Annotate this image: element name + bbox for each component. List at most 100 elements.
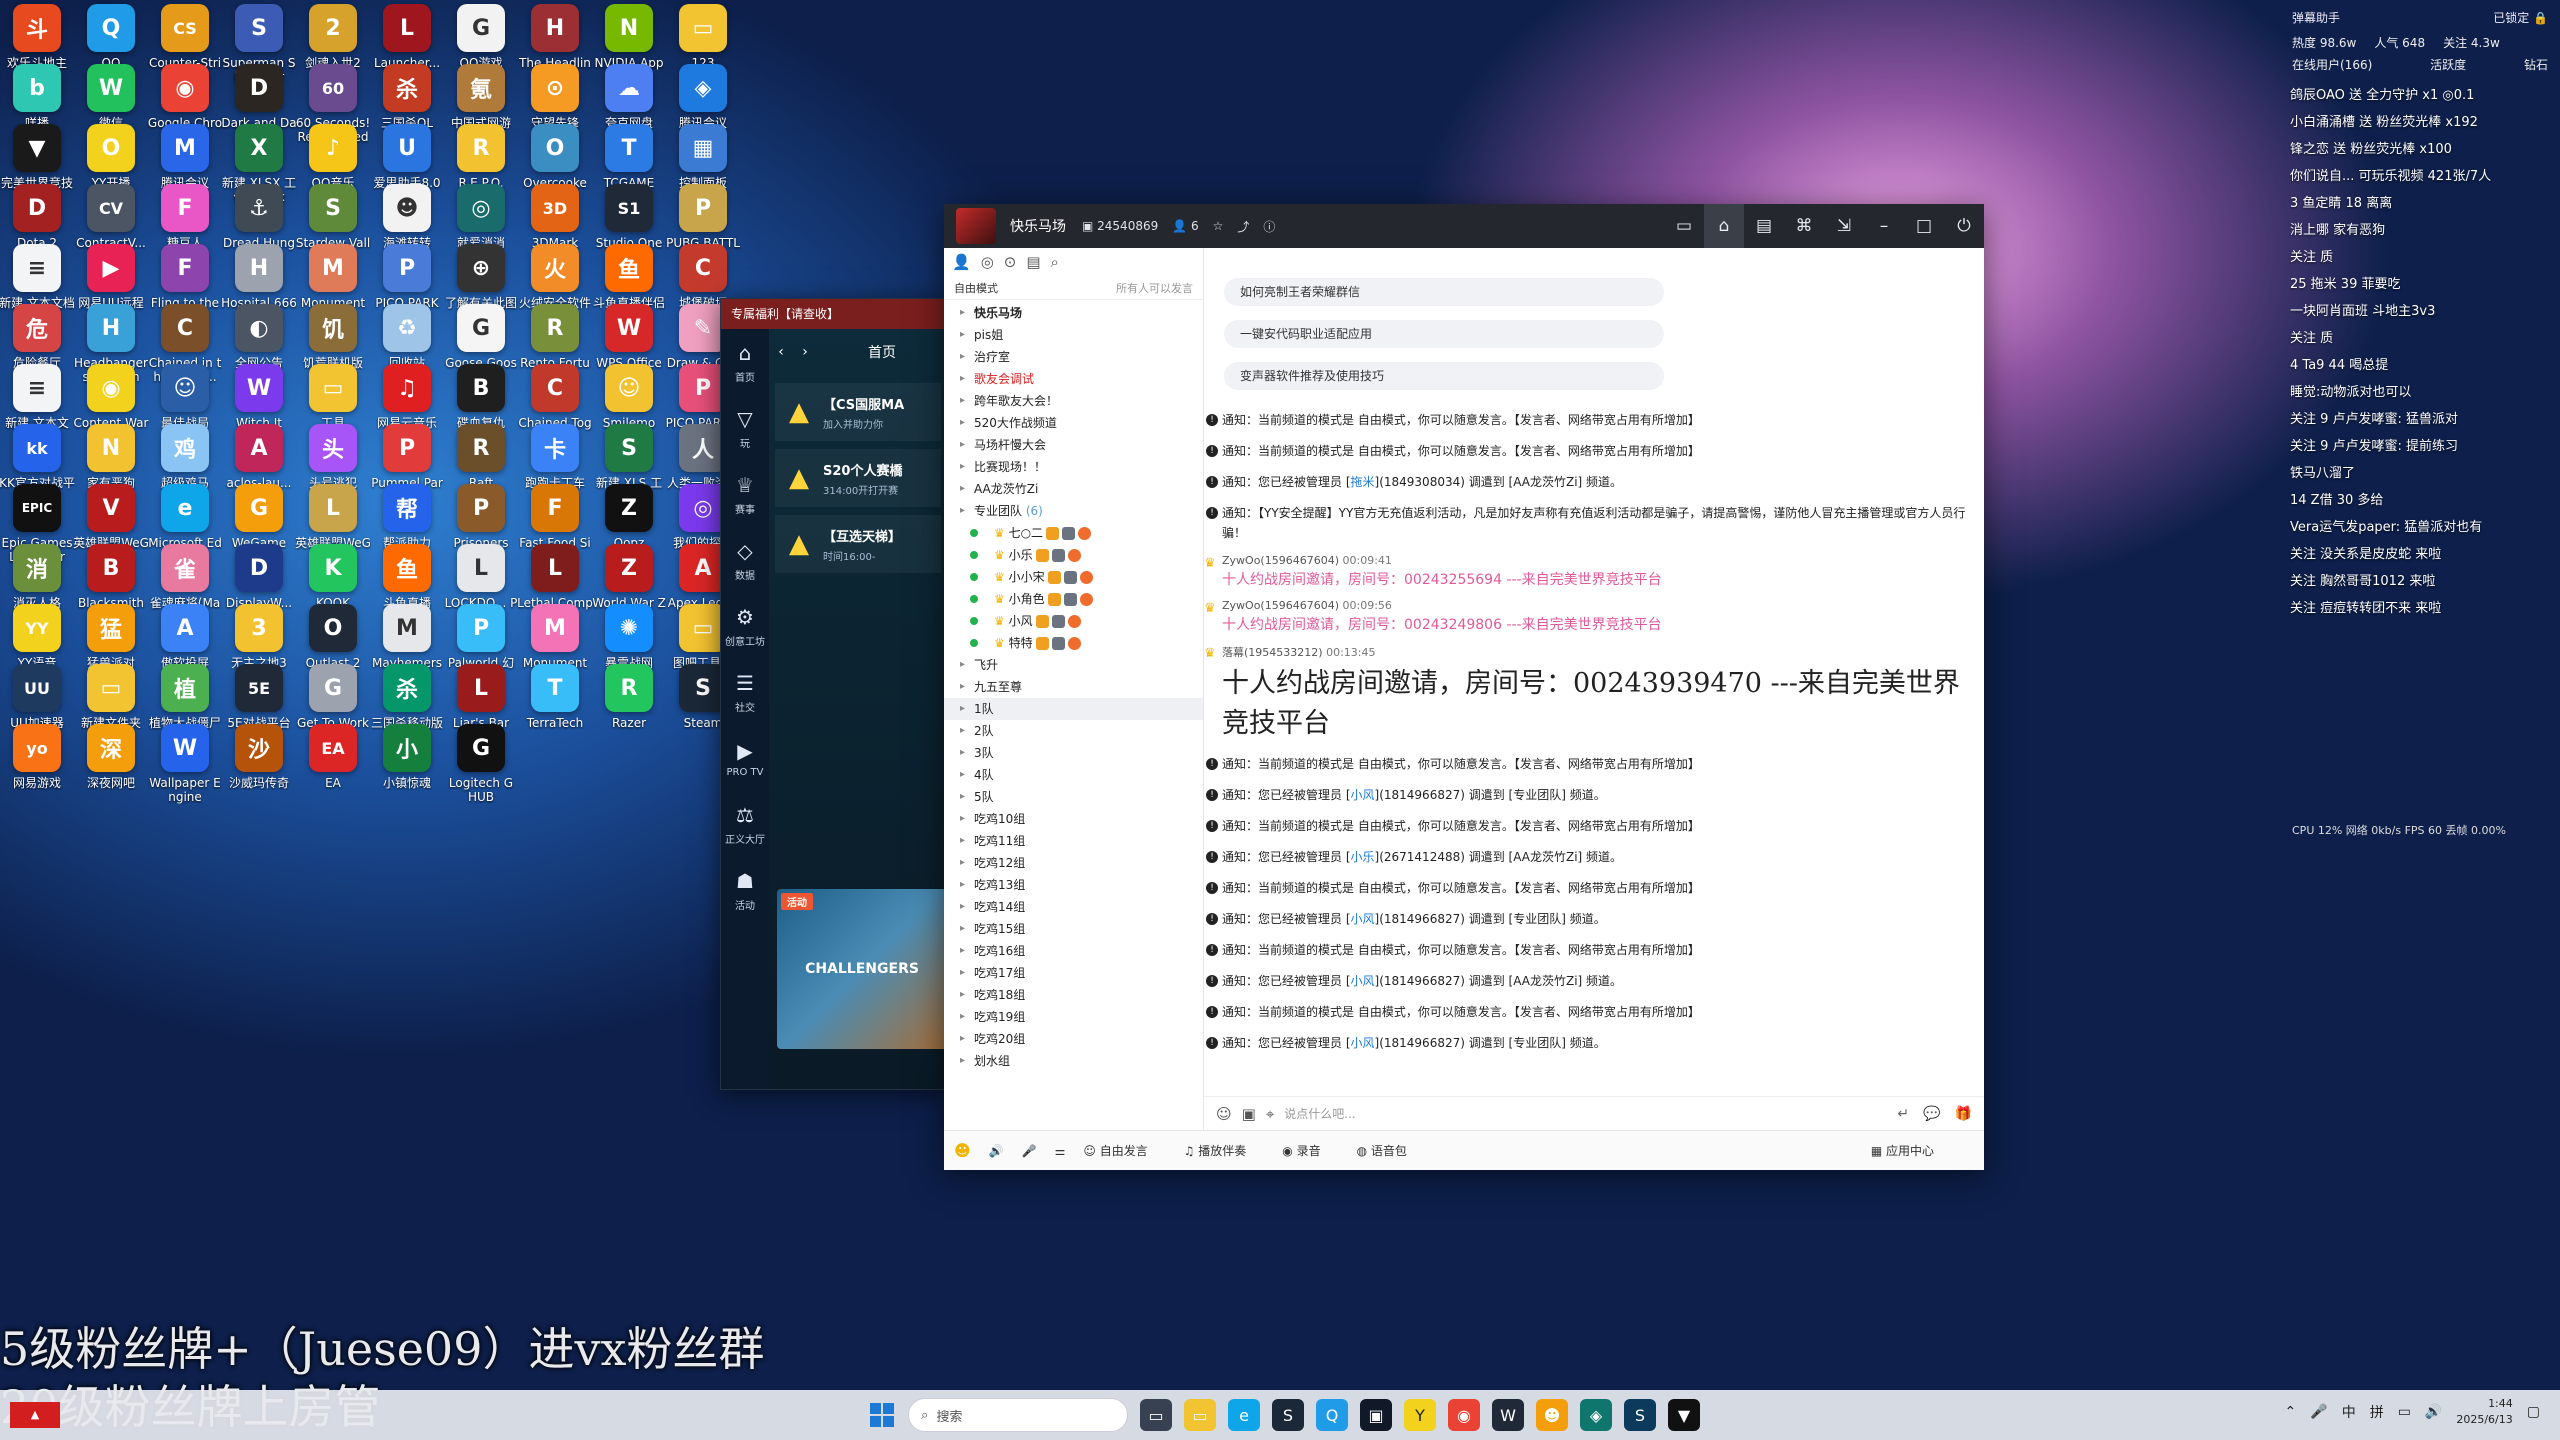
screenshot-icon[interactable]: ⌖ [1266, 1105, 1274, 1123]
promo-card[interactable]: ▲ S20个人赛橋 314:00开打开赛 [775, 449, 941, 507]
yy-icon[interactable]: Y [1404, 1399, 1436, 1431]
expand-icon[interactable]: ▸ [960, 412, 965, 434]
promo-nav-item[interactable]: ▶ PRO TV [721, 725, 769, 791]
expand-icon[interactable]: ▸ [960, 962, 965, 984]
chat-input[interactable]: 说点什么吧... [1284, 1105, 1355, 1122]
channel-item[interactable]: ▸ 吃鸡13组 [944, 874, 1203, 896]
channel-item[interactable]: ▸ 吃鸡18组 [944, 984, 1203, 1006]
expand-icon[interactable]: ▸ [960, 720, 965, 742]
tab-diamond[interactable]: 钻石 [2524, 56, 2548, 82]
channel-user[interactable]: ♛ 小角色 [944, 588, 1203, 610]
edge-icon[interactable]: e [1228, 1399, 1260, 1431]
expand-icon[interactable]: ▸ [960, 852, 965, 874]
expand-icon[interactable]: ▸ [960, 368, 965, 390]
ime-language[interactable]: 中 [2342, 1402, 2356, 1422]
clock[interactable]: 1:44 2025/6/13 [2456, 1396, 2512, 1428]
app-icon[interactable]: ▣ [1360, 1399, 1392, 1431]
expand-icon[interactable]: ▸ [960, 1028, 965, 1050]
wegame-icon[interactable]: W [1492, 1399, 1524, 1431]
ime-mode[interactable]: 拼 [2370, 1402, 2384, 1422]
channel-user[interactable]: ♛ 特特 [944, 632, 1203, 654]
channel-item[interactable]: ▸ 吃鸡15组 [944, 918, 1203, 940]
channel-user[interactable]: ♛ 小乐 [944, 544, 1203, 566]
speaker-icon[interactable]: 🔊 [989, 1144, 1004, 1158]
expand-icon[interactable]: ▸ [960, 302, 965, 324]
taskbar-search[interactable]: ⌕ 搜索 [908, 1398, 1128, 1432]
screen-icon[interactable]: ▭ [1664, 216, 1704, 236]
promo-nav-item[interactable]: ▽ 玩 [721, 395, 769, 461]
tray-mic-icon[interactable]: 🎤 [2310, 1404, 2327, 1420]
gamepad-icon[interactable]: ⌘ [1784, 216, 1824, 236]
channel-item[interactable]: ▸ 吃鸡19组 [944, 1006, 1203, 1028]
broadcast-icon[interactable]: ◎ [981, 253, 994, 271]
desktop-icon[interactable]: EA EA [300, 724, 366, 820]
promo-card[interactable]: ▲ 【互选天梯】 时间16:00- [775, 515, 941, 573]
promo-banner[interactable]: 活动 CHALLENGERS [777, 889, 947, 1049]
channel-item[interactable]: ▸ 划水组 [944, 1050, 1203, 1072]
channel-item[interactable]: ▸ 九五至尊 [944, 676, 1203, 698]
bubble-icon[interactable]: 💬 [1923, 1106, 1940, 1122]
expand-icon[interactable]: ▸ [960, 324, 965, 346]
channel-item[interactable]: ▸ 1队 [944, 698, 1203, 720]
expand-icon[interactable]: ▸ [960, 698, 965, 720]
promo-tab-home[interactable]: 首页 [817, 342, 947, 362]
promo-nav-item[interactable]: ⌂ 首页 [721, 329, 769, 395]
app-center-button[interactable]: ▦ 应用中心 [1871, 1142, 1966, 1159]
channel-item[interactable]: ▸ 歌友会调试 [944, 368, 1203, 390]
channel-item[interactable]: ▸ 吃鸡17组 [944, 962, 1203, 984]
home-icon[interactable]: ⌂ [1704, 204, 1744, 248]
perfect-world-icon[interactable]: ▼ [1668, 1399, 1700, 1431]
expand-icon[interactable]: ▸ [960, 654, 965, 676]
promo-nav-item[interactable]: ☰ 社交 [721, 659, 769, 725]
channel-item[interactable]: ▸ 吃鸡11组 [944, 830, 1203, 852]
suggestion-2[interactable]: 一键安代码职业适配应用 [1224, 320, 1664, 348]
desktop-icon[interactable]: R Razer [596, 664, 662, 760]
gift-icon[interactable]: 🎁 [1955, 1106, 1972, 1122]
tray-chevron-icon[interactable]: ⌃ [2285, 1404, 2297, 1420]
maximize-icon[interactable]: □ [1904, 216, 1944, 236]
channel-user[interactable]: ♛ 小小宋 [944, 566, 1203, 588]
channel-item[interactable]: ▸ 5队 [944, 786, 1203, 808]
desktop-icon[interactable]: G Logitech G HUB [448, 724, 514, 820]
steam2-icon[interactable]: S [1624, 1399, 1656, 1431]
emoji-icon[interactable]: ☺ [1216, 1105, 1232, 1123]
expand-icon[interactable]: ▸ [960, 830, 965, 852]
share-icon[interactable]: ⤴ [1237, 218, 1249, 235]
expand-icon[interactable]: ▸ [960, 808, 965, 830]
promo-nav-item[interactable]: ♕ 赛事 [721, 461, 769, 527]
channel-user[interactable]: ♛ 小风 [944, 610, 1203, 632]
record-button[interactable]: ◉ 录音 [1282, 1142, 1338, 1159]
expand-icon[interactable]: ▸ [960, 786, 965, 808]
list-icon[interactable]: ▤ [1744, 216, 1784, 236]
favorite-icon[interactable]: ☆ [1213, 219, 1224, 233]
expand-icon[interactable]: ▸ [960, 346, 965, 368]
channel-item[interactable]: ▸ 飞升 [944, 654, 1203, 676]
channel-item[interactable]: ▸ 吃鸡16组 [944, 940, 1203, 962]
desktop-icon[interactable]: W Wallpaper Engine [149, 724, 221, 820]
user-icon[interactable]: 👤 [952, 253, 971, 271]
send-icon[interactable]: ↵ [1897, 1106, 1909, 1122]
chrome-icon[interactable]: ◉ [1448, 1399, 1480, 1431]
app2-icon[interactable]: ◈ [1580, 1399, 1612, 1431]
channel-item[interactable]: ▸ 吃鸡12组 [944, 852, 1203, 874]
channel-item[interactable]: ▸ 吃鸡10组 [944, 808, 1203, 830]
task-view-icon[interactable]: ▭ [1140, 1399, 1172, 1431]
expand-icon[interactable]: ▸ [960, 918, 965, 940]
channel-item[interactable]: ▸ 吃鸡14组 [944, 896, 1203, 918]
channel-item[interactable]: ▸ 马场杆慢大会 [944, 434, 1203, 456]
voice-pack-button[interactable]: ◍ 语音包 [1357, 1142, 1425, 1159]
search-icon[interactable]: ⌕ [1051, 253, 1059, 271]
expand-icon[interactable]: ▸ [960, 434, 965, 456]
tab-online-users[interactable]: 在线用户(166) [2292, 56, 2372, 82]
channel-item[interactable]: ▸ 吃鸡20组 [944, 1028, 1203, 1050]
promo-back-icon[interactable]: ‹ [769, 344, 793, 360]
free-speech-button[interactable]: ☺ 自由发言 [1083, 1142, 1165, 1159]
channel-item[interactable]: ▸ 比赛现场！！ [944, 456, 1203, 478]
expand-icon[interactable]: ▸ [960, 940, 965, 962]
explorer-icon[interactable]: ▭ [1184, 1399, 1216, 1431]
channel-item[interactable]: ▸ 520大作战频道 [944, 412, 1203, 434]
mic-icon[interactable]: 🎤 [1022, 1144, 1037, 1158]
promo-nav-item[interactable]: ⚖ 正义大厅 [721, 791, 769, 857]
desktop-icon[interactable]: 深深夜网吧 [78, 724, 144, 820]
channel-item[interactable]: ▸ 专业团队 (6) [944, 500, 1203, 522]
